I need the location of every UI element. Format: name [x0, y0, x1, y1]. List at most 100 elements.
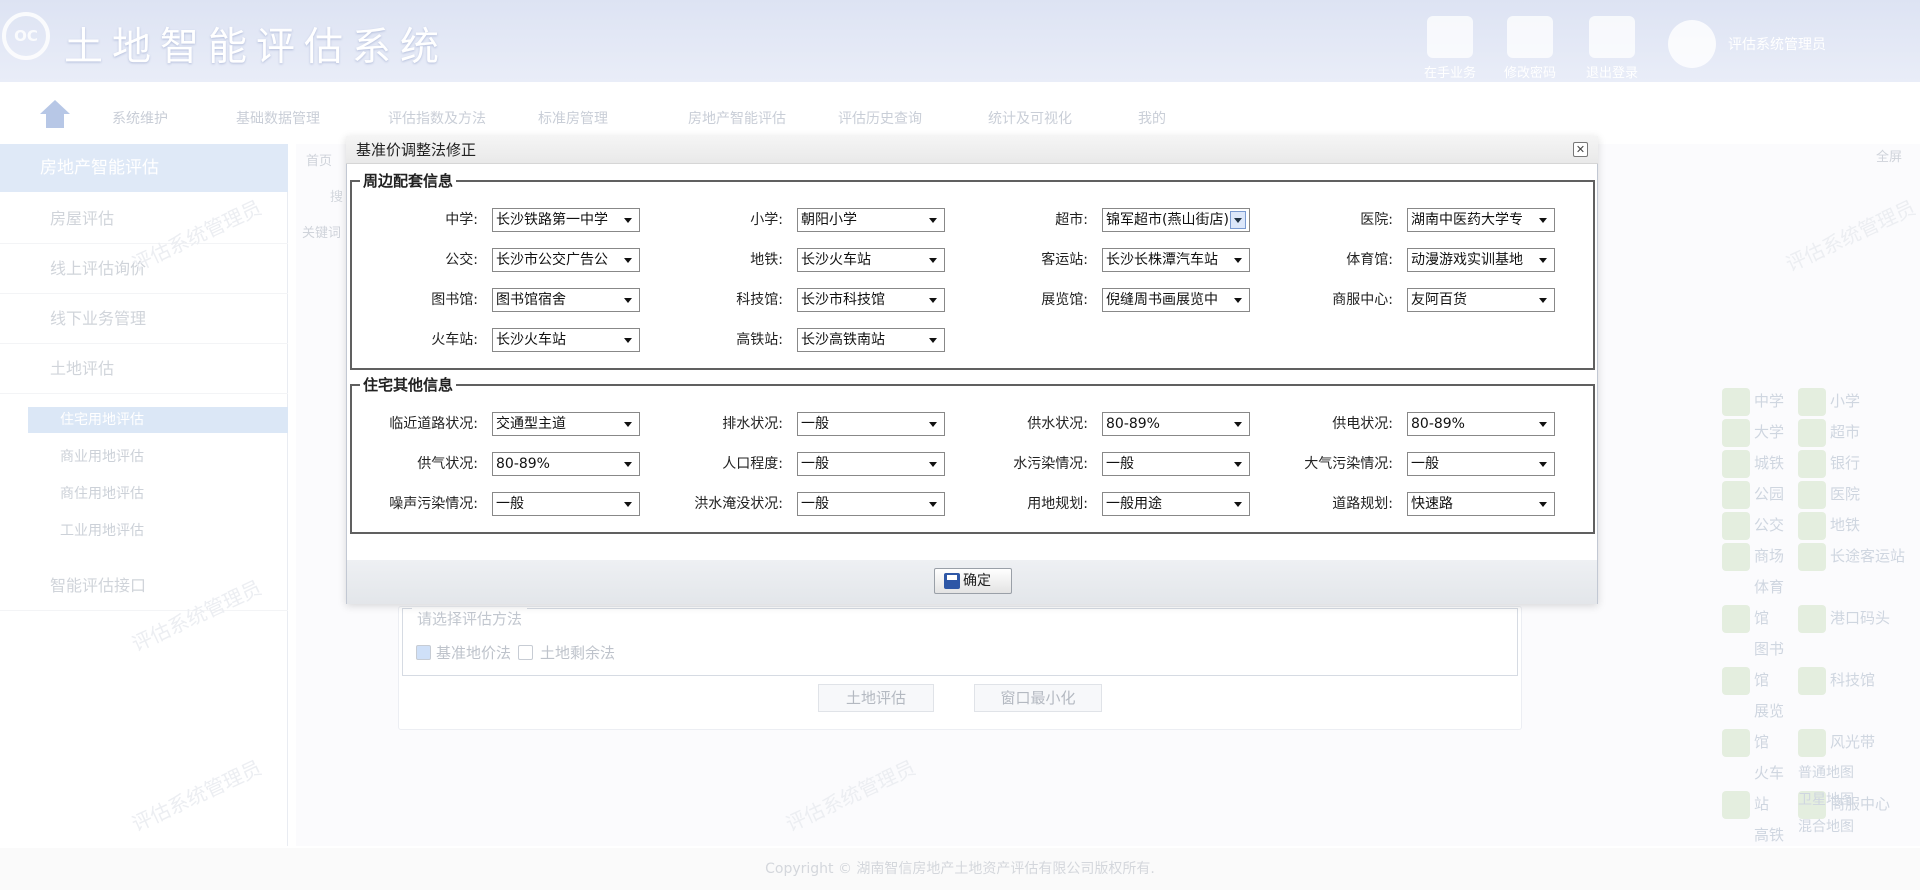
chevron-down-icon[interactable]: [624, 462, 632, 467]
map-type-normal[interactable]: 普通地图: [1798, 760, 1854, 787]
minimize-window-button[interactable]: 窗口最小化: [974, 684, 1102, 712]
sidebar-subitem-residential[interactable]: 住宅用地评估: [28, 407, 288, 433]
search-input[interactable]: 搜: [330, 186, 343, 205]
map-type-hybrid[interactable]: 混合地图: [1798, 814, 1854, 841]
land-evaluate-button[interactable]: 土地评估: [818, 684, 934, 712]
sidebar-subitem-industrial[interactable]: 工业用地评估: [28, 518, 288, 544]
logout-button[interactable]: 退出登录: [1577, 16, 1647, 82]
exhibition-hall-select[interactable]: 倪缝周书画展览中: [1102, 288, 1250, 312]
power-supply-select[interactable]: 80-89%: [1407, 412, 1555, 436]
primary-school-select[interactable]: 朝阳小学: [797, 208, 945, 232]
science-museum-select[interactable]: 长沙市科技馆: [797, 288, 945, 312]
nav-base-data[interactable]: 基础数据管理: [236, 108, 320, 128]
water-pollution-label: 水污染情况:: [1013, 456, 1088, 472]
chevron-down-icon[interactable]: [624, 218, 632, 223]
logout-label: 退出登录: [1585, 66, 1638, 81]
chevron-down-icon[interactable]: [624, 258, 632, 263]
noise-pollution-select[interactable]: 一般: [492, 492, 640, 516]
middle-school-select[interactable]: 长沙铁路第一中学: [492, 208, 640, 232]
home-icon[interactable]: [40, 100, 70, 130]
nav-mine[interactable]: 我的: [1138, 108, 1166, 128]
chevron-down-icon[interactable]: [929, 502, 937, 507]
road-condition-select[interactable]: 交通型主道: [492, 412, 640, 436]
road-condition-label: 临近道路状况:: [389, 416, 478, 432]
high-speed-rail-select[interactable]: 长沙高铁南站: [797, 328, 945, 352]
chevron-down-icon[interactable]: [624, 298, 632, 303]
drainage-select[interactable]: 一般: [797, 412, 945, 436]
chevron-down-icon[interactable]: [929, 218, 937, 223]
close-icon[interactable]: ✕: [1573, 142, 1588, 157]
chevron-down-icon[interactable]: [1234, 462, 1242, 467]
power-supply-label: 供电状况:: [1332, 416, 1393, 432]
chevron-down-icon[interactable]: [1539, 502, 1547, 507]
chevron-down-icon[interactable]: [929, 298, 937, 303]
stadium-select[interactable]: 动漫游戏实训基地: [1407, 248, 1555, 272]
power-supply-value: 80-89%: [1411, 416, 1465, 432]
supermarket-select[interactable]: 锦军超市(燕山街店): [1102, 208, 1250, 232]
water-supply-value: 80-89%: [1106, 416, 1160, 432]
tab-home[interactable]: 首页: [306, 150, 332, 169]
chevron-down-icon[interactable]: [929, 338, 937, 343]
air-pollution-select[interactable]: 一般: [1407, 452, 1555, 476]
chevron-down-icon[interactable]: [1539, 298, 1547, 303]
nav-standard-house[interactable]: 标准房管理: [538, 108, 608, 128]
chevron-down-icon[interactable]: [624, 338, 632, 343]
flood-value: 一般: [801, 496, 829, 512]
chevron-down-icon[interactable]: [1539, 258, 1547, 263]
logo-icon: OC: [2, 12, 50, 60]
gas-supply-select[interactable]: 80-89%: [492, 452, 640, 476]
supermarket-value: 锦军超市(燕山街店): [1106, 212, 1229, 228]
water-supply-select[interactable]: 80-89%: [1102, 412, 1250, 436]
metro-select[interactable]: 长沙火车站: [797, 248, 945, 272]
library-select[interactable]: 图书馆宿舍: [492, 288, 640, 312]
sidebar-subitem-mixed[interactable]: 商住用地评估: [28, 481, 288, 507]
admin-name[interactable]: 评估系统管理员: [1728, 34, 1826, 54]
nav-history[interactable]: 评估历史查询: [838, 108, 922, 128]
facilities-legend: 周边配套信息: [360, 170, 457, 191]
sidebar-subitem-commercial[interactable]: 商业用地评估: [28, 444, 288, 470]
exhibition-hall-label: 展览馆:: [1041, 292, 1088, 308]
supermarket-icon: [1798, 418, 1826, 447]
nav-statistics[interactable]: 统计及可视化: [988, 108, 1072, 128]
chevron-down-icon[interactable]: [929, 462, 937, 467]
chevron-down-icon[interactable]: [624, 502, 632, 507]
flood-select[interactable]: 一般: [797, 492, 945, 516]
coach-station-select[interactable]: 长沙长株潭汽车站: [1102, 248, 1250, 272]
method2-checkbox[interactable]: [518, 645, 533, 660]
method1-checkbox[interactable]: [416, 645, 431, 660]
nav-system-maintenance[interactable]: 系统维护: [112, 108, 168, 128]
fullscreen-button[interactable]: 全屏: [1876, 146, 1902, 165]
chevron-down-icon[interactable]: [929, 258, 937, 263]
map-type-satellite[interactable]: 卫星地图: [1798, 787, 1854, 814]
nav-smart-evaluation[interactable]: 房地产智能评估: [688, 108, 786, 128]
chevron-down-icon[interactable]: [929, 422, 937, 427]
sidebar-item-land-eval[interactable]: 土地评估: [0, 344, 288, 394]
bus-label: 公交:: [445, 252, 478, 268]
chevron-down-icon[interactable]: [1539, 218, 1547, 223]
bus-select[interactable]: 长沙市公交广告公: [492, 248, 640, 272]
road-plan-select[interactable]: 快速路: [1407, 492, 1555, 516]
train-station-select[interactable]: 长沙火车站: [492, 328, 640, 352]
business-center-value: 友阿百货: [1411, 292, 1467, 308]
avatar[interactable]: [1668, 20, 1716, 68]
chevron-down-icon[interactable]: [1539, 462, 1547, 467]
legend-label: 医院: [1830, 485, 1861, 503]
chevron-down-icon[interactable]: [1234, 298, 1242, 303]
chevron-down-icon[interactable]: [624, 422, 632, 427]
chevron-down-icon[interactable]: [1234, 502, 1242, 507]
nav-index-methods[interactable]: 评估指数及方法: [388, 108, 486, 128]
legend-label: 中学: [1754, 392, 1785, 410]
chevron-down-icon[interactable]: [1539, 422, 1547, 427]
land-use-plan-select[interactable]: 一般用途: [1102, 492, 1250, 516]
water-pollution-select[interactable]: 一般: [1102, 452, 1250, 476]
business-center-select[interactable]: 友阿百货: [1407, 288, 1555, 312]
library-value: 图书馆宿舍: [496, 292, 566, 308]
population-select[interactable]: 一般: [797, 452, 945, 476]
pending-business-button[interactable]: 在手业务: [1415, 16, 1485, 82]
hospital-icon: [1798, 480, 1826, 509]
hospital-select[interactable]: 湖南中医药大学专: [1407, 208, 1555, 232]
sidebar-item-offline[interactable]: 线下业务管理: [0, 294, 288, 344]
chevron-down-icon[interactable]: [1234, 258, 1242, 263]
change-password-button[interactable]: 修改密码: [1495, 16, 1565, 82]
chevron-down-icon[interactable]: [1234, 422, 1242, 427]
